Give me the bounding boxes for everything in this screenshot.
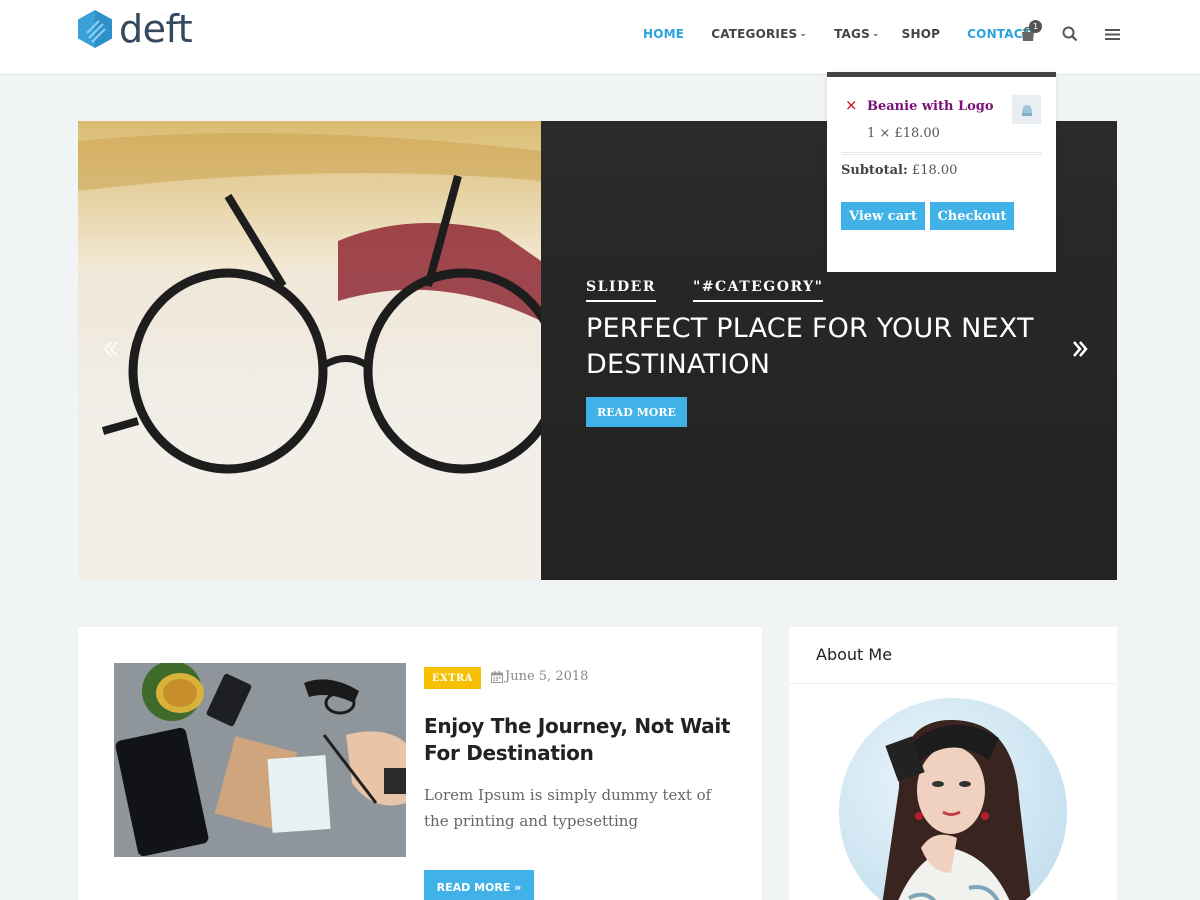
hero-tag-category[interactable]: "#CATEGORY" xyxy=(692,279,824,302)
chevron-down-icon: ⌄ xyxy=(799,29,808,39)
post-card: EXTRA June 5, 2018 Enjoy The Journey, No… xyxy=(78,627,762,900)
hero-tag-slider[interactable]: SLIDER xyxy=(586,279,656,302)
divider xyxy=(789,683,1117,684)
widget-title: About Me xyxy=(816,645,893,664)
mini-cart-dropdown: × Beanie with Logo 1 × £18.00 Subtotal: … xyxy=(827,72,1056,272)
checkout-button[interactable]: Checkout xyxy=(930,202,1014,230)
search-icon xyxy=(1062,26,1078,42)
post-date: June 5, 2018 xyxy=(491,669,588,684)
beanie-icon xyxy=(1021,104,1032,116)
nav-home[interactable]: HOME xyxy=(643,26,684,42)
post-date-text: June 5, 2018 xyxy=(505,669,589,684)
site-logo[interactable]: deft xyxy=(77,7,193,51)
subtotal-label: Subtotal: xyxy=(841,163,908,178)
site-header: deft HOME CATEGORIES ⌄ TAGS ⌄ SHOP CONTACT… xyxy=(0,0,1200,75)
cart-item-qty-price: 1 × £18.00 xyxy=(867,126,940,141)
chevron-down-icon: ⌄ xyxy=(871,29,880,39)
slider-prev-arrow[interactable] xyxy=(102,339,120,363)
double-chevron-left-icon xyxy=(103,341,118,357)
hero-read-more-button[interactable]: READ MORE xyxy=(586,397,687,427)
cart-button[interactable]: 1 xyxy=(1016,20,1042,46)
cart-item-name[interactable]: Beanie with Logo xyxy=(867,99,994,114)
cart-item-thumbnail[interactable] xyxy=(1012,95,1041,124)
nav-home-label: HOME xyxy=(643,27,685,41)
menu-icon xyxy=(1104,28,1120,40)
cart-subtotal: Subtotal: £18.00 xyxy=(841,163,957,178)
nav-shop-label: SHOP xyxy=(901,27,941,41)
hexagon-logo-icon xyxy=(78,10,112,48)
post-read-more-button[interactable]: READ MORE » xyxy=(424,870,534,900)
about-me-widget: About Me xyxy=(789,627,1117,900)
subtotal-value: £18.00 xyxy=(911,163,958,178)
hero-title: PERFECT PLACE FOR YOUR NEXT DESTINATION xyxy=(586,313,1034,380)
nav-categories-label: CATEGORIES xyxy=(711,27,798,41)
logo-text: deft xyxy=(119,7,193,51)
category-badge[interactable]: EXTRA xyxy=(424,667,481,689)
menu-button[interactable] xyxy=(1100,22,1124,46)
hero-image-glasses xyxy=(78,121,541,580)
search-button[interactable] xyxy=(1058,22,1082,46)
remove-item-icon[interactable]: × xyxy=(845,96,858,114)
portrait-illustration xyxy=(882,719,1031,900)
nav-categories[interactable]: CATEGORIES ⌄ xyxy=(711,26,807,42)
main-nav: HOME CATEGORIES ⌄ TAGS ⌄ SHOP CONTACT xyxy=(643,26,1058,42)
header-icons: 1 xyxy=(1016,20,1142,46)
post-thumbnail[interactable] xyxy=(114,663,406,857)
view-cart-button[interactable]: View cart xyxy=(841,202,925,230)
post-title[interactable]: Enjoy The Journey, Not Wait For Destinat… xyxy=(424,713,734,767)
nav-shop[interactable]: SHOP xyxy=(902,26,940,42)
divider xyxy=(841,152,1042,155)
desk-illustration xyxy=(114,663,406,857)
avatar xyxy=(839,698,1067,900)
calendar-icon xyxy=(491,670,503,683)
nav-tags[interactable]: TAGS ⌄ xyxy=(834,26,880,42)
post-excerpt: Lorem Ipsum is simply dummy text of the … xyxy=(424,786,712,830)
cart-count-badge: 1 xyxy=(1029,20,1042,33)
glasses-illustration xyxy=(78,121,541,580)
nav-tags-label: TAGS xyxy=(834,27,870,41)
hero-tags: SLIDER "#CATEGORY" xyxy=(586,279,860,302)
